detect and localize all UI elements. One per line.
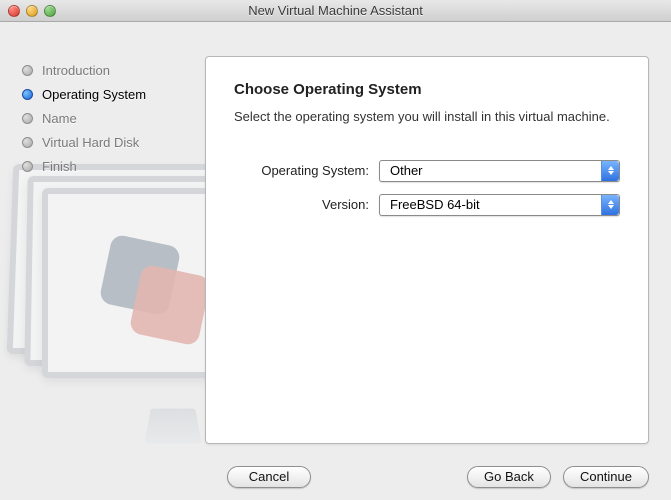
bullet-icon — [22, 113, 33, 124]
step-label: Introduction — [42, 63, 110, 78]
window-title: New Virtual Machine Assistant — [0, 3, 671, 18]
os-label: Operating System: — [234, 163, 369, 178]
step-operating-system: Operating System — [22, 82, 205, 106]
button-bar: Cancel Go Back Continue — [0, 454, 671, 500]
zoom-icon[interactable] — [44, 5, 56, 17]
cancel-button[interactable]: Cancel — [227, 466, 311, 488]
version-select-value: FreeBSD 64-bit — [380, 197, 601, 212]
version-select[interactable]: FreeBSD 64-bit — [379, 194, 620, 216]
window-controls — [0, 5, 56, 17]
go-back-button[interactable]: Go Back — [467, 466, 551, 488]
chevron-updown-icon — [601, 161, 619, 181]
step-label: Finish — [42, 159, 77, 174]
steps-sidebar: Introduction Operating System Name Virtu… — [0, 22, 205, 454]
bullet-icon — [22, 137, 33, 148]
bullet-icon — [22, 65, 33, 76]
step-label: Name — [42, 111, 77, 126]
bullet-icon — [22, 89, 33, 100]
version-row: Version: FreeBSD 64-bit — [234, 194, 620, 216]
step-label: Operating System — [42, 87, 146, 102]
bullet-icon — [22, 161, 33, 172]
main-panel: Choose Operating System Select the opera… — [205, 56, 649, 444]
close-icon[interactable] — [8, 5, 20, 17]
step-label: Virtual Hard Disk — [42, 135, 139, 150]
os-row: Operating System: Other — [234, 160, 620, 182]
os-select[interactable]: Other — [379, 160, 620, 182]
version-label: Version: — [234, 197, 369, 212]
step-name: Name — [22, 106, 205, 130]
panel-heading: Choose Operating System — [234, 81, 620, 98]
step-introduction: Introduction — [22, 58, 205, 82]
step-virtual-hard-disk: Virtual Hard Disk — [22, 130, 205, 154]
panel-description: Select the operating system you will ins… — [234, 108, 620, 126]
step-finish: Finish — [22, 154, 205, 178]
titlebar: New Virtual Machine Assistant — [0, 0, 671, 22]
os-select-value: Other — [380, 163, 601, 178]
minimize-icon[interactable] — [26, 5, 38, 17]
chevron-updown-icon — [601, 195, 619, 215]
continue-button[interactable]: Continue — [563, 466, 649, 488]
